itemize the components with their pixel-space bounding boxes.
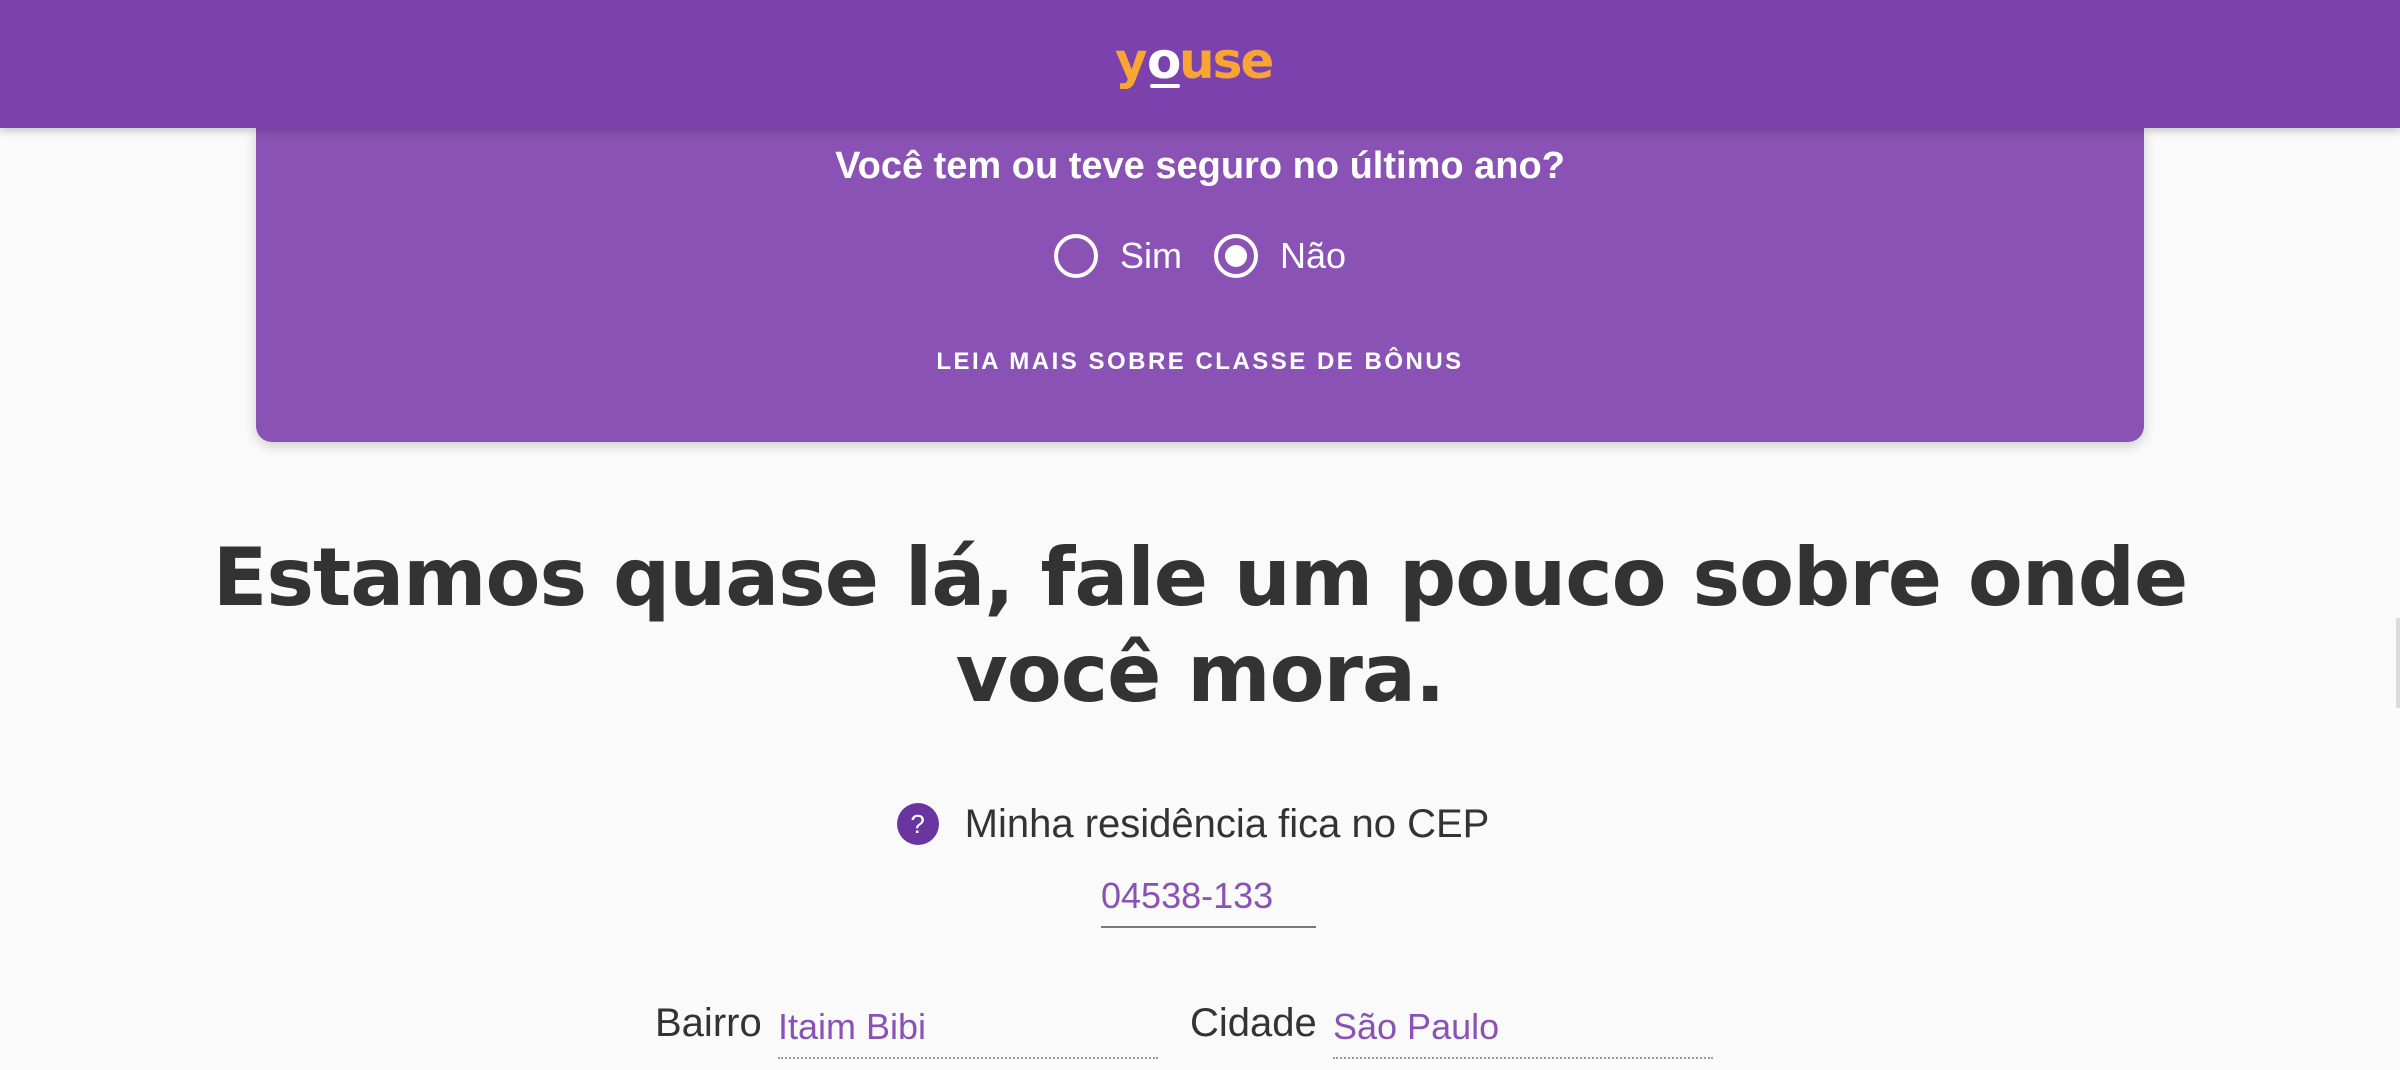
- youse-logo[interactable]: y o use: [1115, 34, 1285, 94]
- svg-text:use: use: [1179, 34, 1272, 90]
- radio-option-sim[interactable]: Sim: [1053, 226, 1182, 286]
- city-input[interactable]: [1333, 997, 1713, 1059]
- cep-input[interactable]: [1101, 866, 1316, 928]
- neighborhood-input[interactable]: [778, 997, 1158, 1059]
- radio-unchecked-icon[interactable]: [1053, 234, 1098, 278]
- cep-row: ? Minha residência fica no CEP: [0, 796, 2400, 852]
- svg-text:o: o: [1147, 34, 1180, 90]
- insurance-question: Você tem ou teve seguro no último ano?: [835, 145, 1565, 187]
- youse-logo-icon: y o use: [1115, 34, 1274, 90]
- top-bar: y o use: [0, 0, 2400, 128]
- city-label: Cidade: [1190, 1001, 1317, 1045]
- question-mark-icon[interactable]: ?: [896, 803, 939, 845]
- svg-text:y: y: [1115, 34, 1147, 90]
- scrollbar-thumb[interactable]: [2396, 618, 2400, 708]
- cep-label: Minha residência fica no CEP: [964, 802, 1490, 846]
- radio-label-nao[interactable]: Não: [1280, 226, 1346, 286]
- insurance-radio-group: Sim Não: [256, 226, 2144, 286]
- radio-checked-icon[interactable]: [1213, 234, 1258, 278]
- address-headline: Estamos quase lá, fale um pouco sobre on…: [212, 531, 2189, 720]
- radio-label-sim[interactable]: Sim: [1120, 226, 1182, 286]
- bonus-class-card: Você tem ou teve seguro no último ano? S…: [256, 128, 2144, 442]
- read-more-bonus-link[interactable]: LEIA MAIS SOBRE CLASSE DE BÔNUS: [256, 342, 2144, 382]
- neighborhood-label: Bairro: [655, 1001, 762, 1045]
- radio-option-nao[interactable]: Não: [1213, 226, 1346, 286]
